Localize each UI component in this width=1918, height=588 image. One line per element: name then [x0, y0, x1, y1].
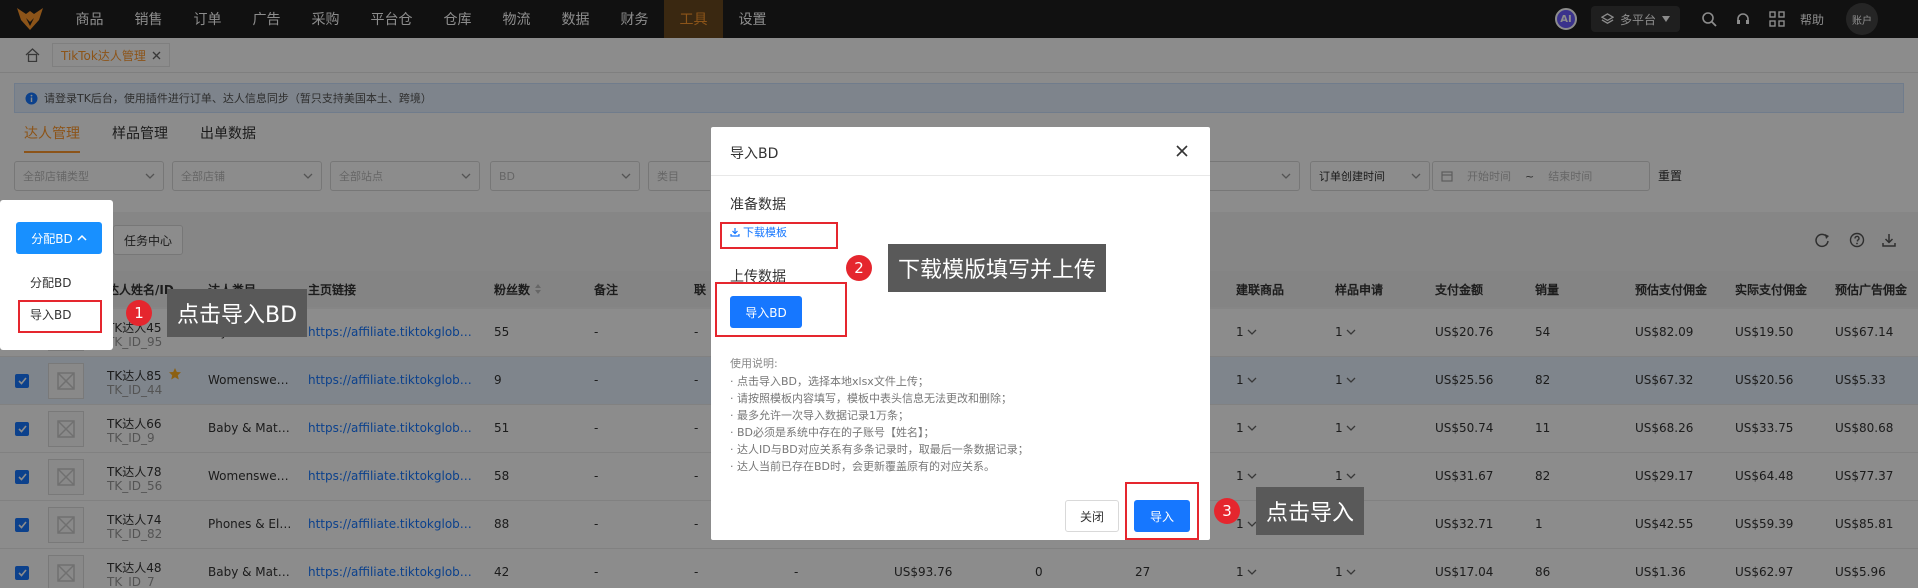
step-1-callout: 点击导入BD — [167, 289, 308, 337]
step-3-callout: 点击导入 — [1256, 487, 1365, 535]
step-3-badge: 3 — [1214, 498, 1240, 524]
highlight-download-template — [720, 222, 838, 249]
menu-item-assign-bd[interactable]: 分配BD — [30, 274, 71, 291]
step-2-callout: 下载模版填写并上传 — [888, 244, 1107, 292]
highlight-import-bd — [18, 300, 102, 333]
usage-line: · 达人ID与BD对应关系有多条记录时，取最后一条数据记录； — [730, 443, 1029, 456]
highlight-upload — [715, 282, 847, 337]
prepare-data-title: 准备数据 — [730, 197, 786, 213]
usage-line: · 请按照模板内容填写，模板中表头信息无法更改和删除； — [730, 392, 1012, 405]
assign-bd-button[interactable]: 分配BD — [16, 222, 102, 254]
usage-line: · 最多允许一次导入数据记录1万条； — [730, 409, 909, 422]
step-1-badge: 1 — [126, 300, 152, 326]
modal-divider — [711, 175, 1210, 176]
modal-title: 导入BD — [730, 146, 779, 162]
usage-line: · 点击导入BD，选择本地xlsx文件上传； — [730, 375, 929, 388]
usage-title: 使用说明: — [730, 357, 778, 370]
close-icon[interactable] — [1174, 143, 1190, 159]
step-2-badge: 2 — [846, 255, 872, 281]
usage-line: · 达人当前已存在BD时，会更新覆盖原有的对应关系。 — [730, 460, 996, 473]
highlight-import-confirm — [1125, 482, 1199, 540]
modal-close-button[interactable]: 关闭 — [1065, 500, 1119, 532]
usage-line: · BD必须是系统中存在的子账号【姓名】； — [730, 426, 935, 439]
assign-bd-label: 分配BD — [31, 231, 73, 246]
chevron-up-icon — [77, 234, 87, 241]
